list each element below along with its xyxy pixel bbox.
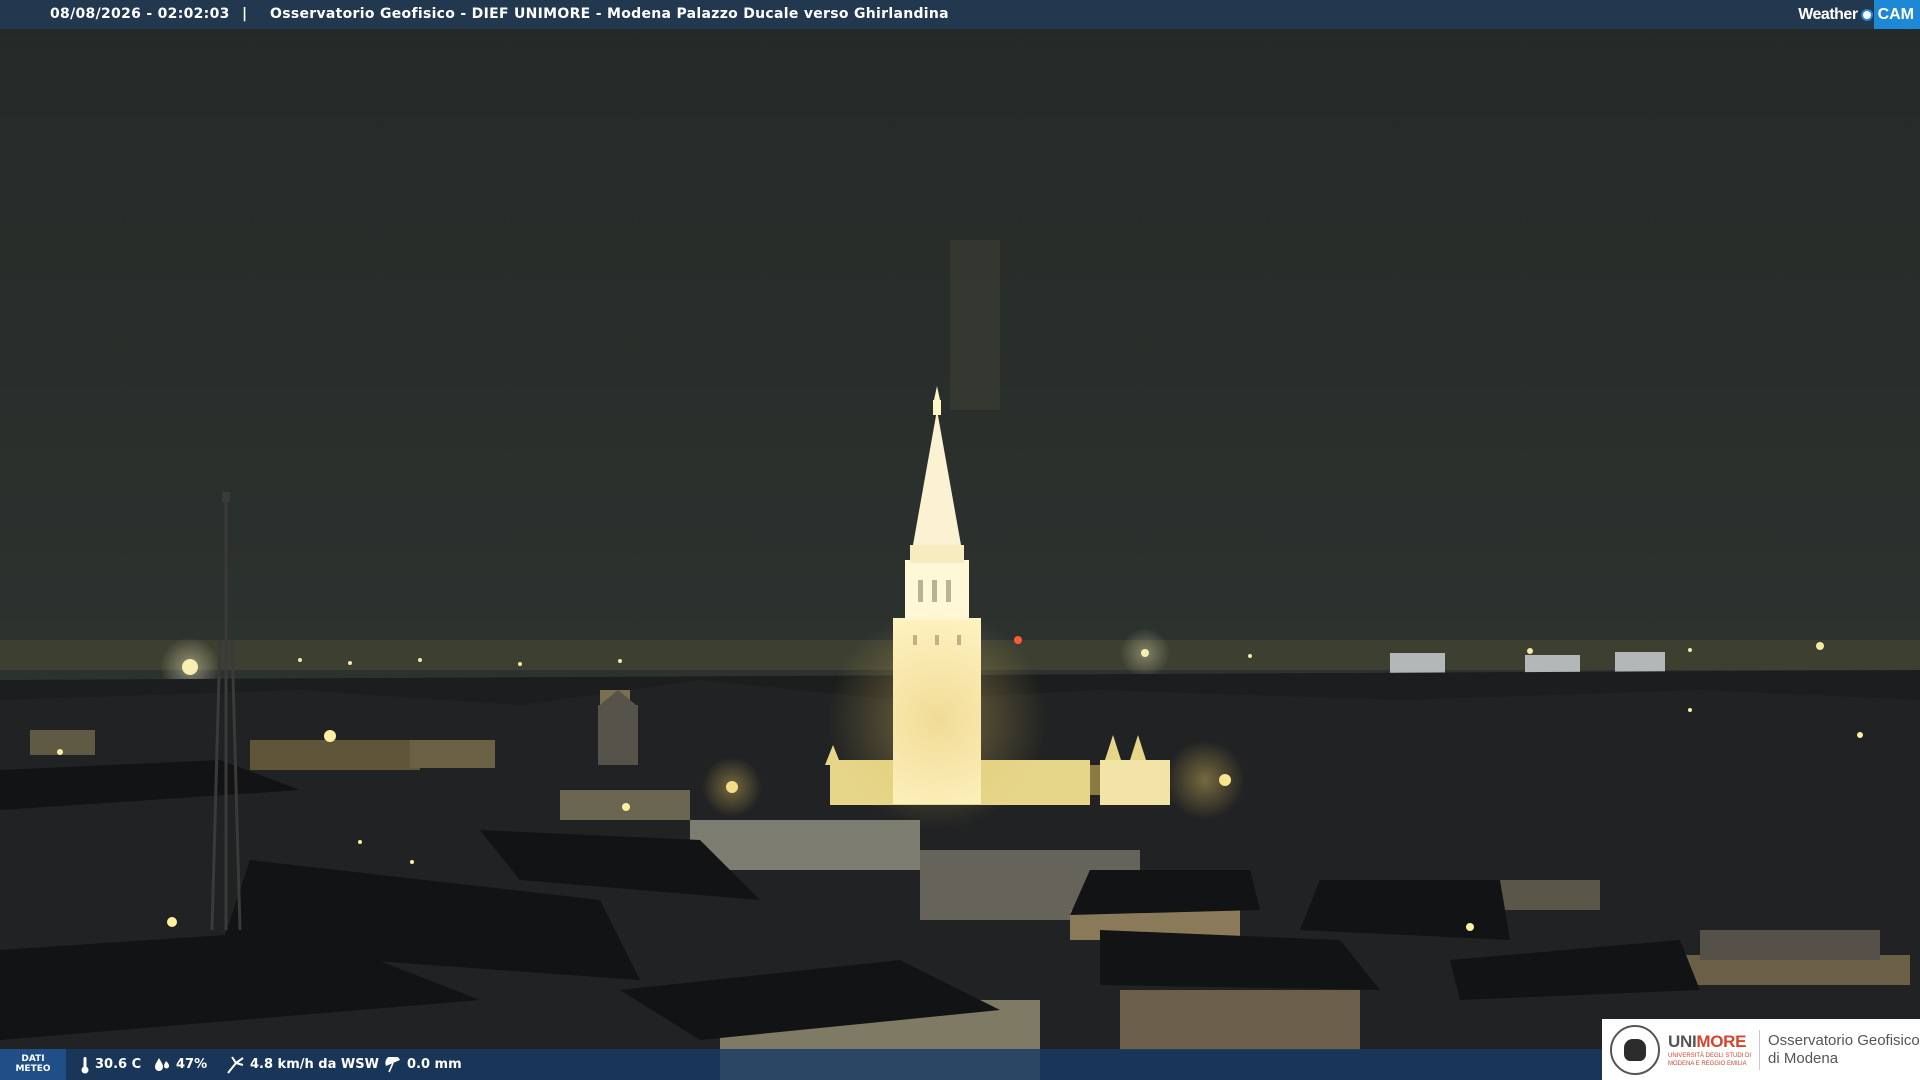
unimore-name: UNIMORE: [1668, 1032, 1751, 1052]
rain-value: 0.0 mm: [407, 1057, 462, 1072]
top-info-bar: 08/08/2026 - 02:02:03 | Osservatorio Geo…: [0, 0, 1920, 29]
unimore-subtitle-line2: MODENA E REGGIO EMILIA: [1668, 1060, 1747, 1067]
meteo-label-line1: DATI: [21, 1054, 45, 1064]
camera-title: Osservatorio Geofisico - DIEF UNIMORE - …: [270, 6, 949, 22]
meteo-label-line2: METEO: [15, 1064, 51, 1074]
header-separator: |: [242, 6, 248, 22]
unimore-name-part2: MORE: [1696, 1031, 1747, 1051]
wind-reading: 4.8 km/h da WSW: [225, 1049, 379, 1080]
unimore-name-part1: UNI: [1668, 1031, 1697, 1051]
observatory-line2: di Modena: [1768, 1049, 1839, 1067]
weathercam-logo: Weather CAM: [1792, 0, 1920, 29]
webcam-image: [0, 0, 1920, 1080]
temperature-value: 30.6 C: [95, 1057, 142, 1072]
humidity-icon: [155, 1057, 169, 1071]
weathercam-logo-weather: Weather: [1792, 0, 1860, 29]
humidity-value: 47%: [176, 1057, 208, 1072]
unimore-subtitle-line1: UNIVERSITÀ DEGLI STUDI DI: [1668, 1052, 1752, 1059]
weathercam-logo-dot-icon: [1860, 8, 1873, 21]
unimore-wordmark: UNIMORE UNIVERSITÀ DEGLI STUDI DI MODENA…: [1668, 1032, 1751, 1068]
observatory-name: Osservatorio Geofisico di Modena: [1768, 1032, 1920, 1068]
weathercam-logo-cam: CAM: [1873, 0, 1920, 29]
lens-flare: [950, 240, 1000, 410]
bell-tower: [598, 705, 638, 765]
umbrella-icon: [385, 1056, 400, 1072]
observatory-line1: Osservatorio Geofisico: [1768, 1031, 1920, 1049]
temperature-reading: 30.6 C: [80, 1049, 141, 1080]
wind-icon: [227, 1055, 244, 1074]
logo-divider: [1759, 1029, 1761, 1070]
rain-reading: 0.0 mm: [384, 1049, 462, 1080]
humidity-reading: 47%: [153, 1049, 207, 1080]
meteo-data-label: DATI METEO: [0, 1049, 66, 1080]
university-seal-icon: [1610, 1024, 1660, 1075]
unimore-logo: UNIMORE UNIVERSITÀ DEGLI STUDI DI MODENA…: [1602, 1019, 1920, 1080]
thermometer-icon: [81, 1056, 89, 1073]
wind-value: 4.8 km/h da WSW: [250, 1057, 379, 1072]
timestamp: 08/08/2026 - 02:02:03: [50, 6, 230, 22]
